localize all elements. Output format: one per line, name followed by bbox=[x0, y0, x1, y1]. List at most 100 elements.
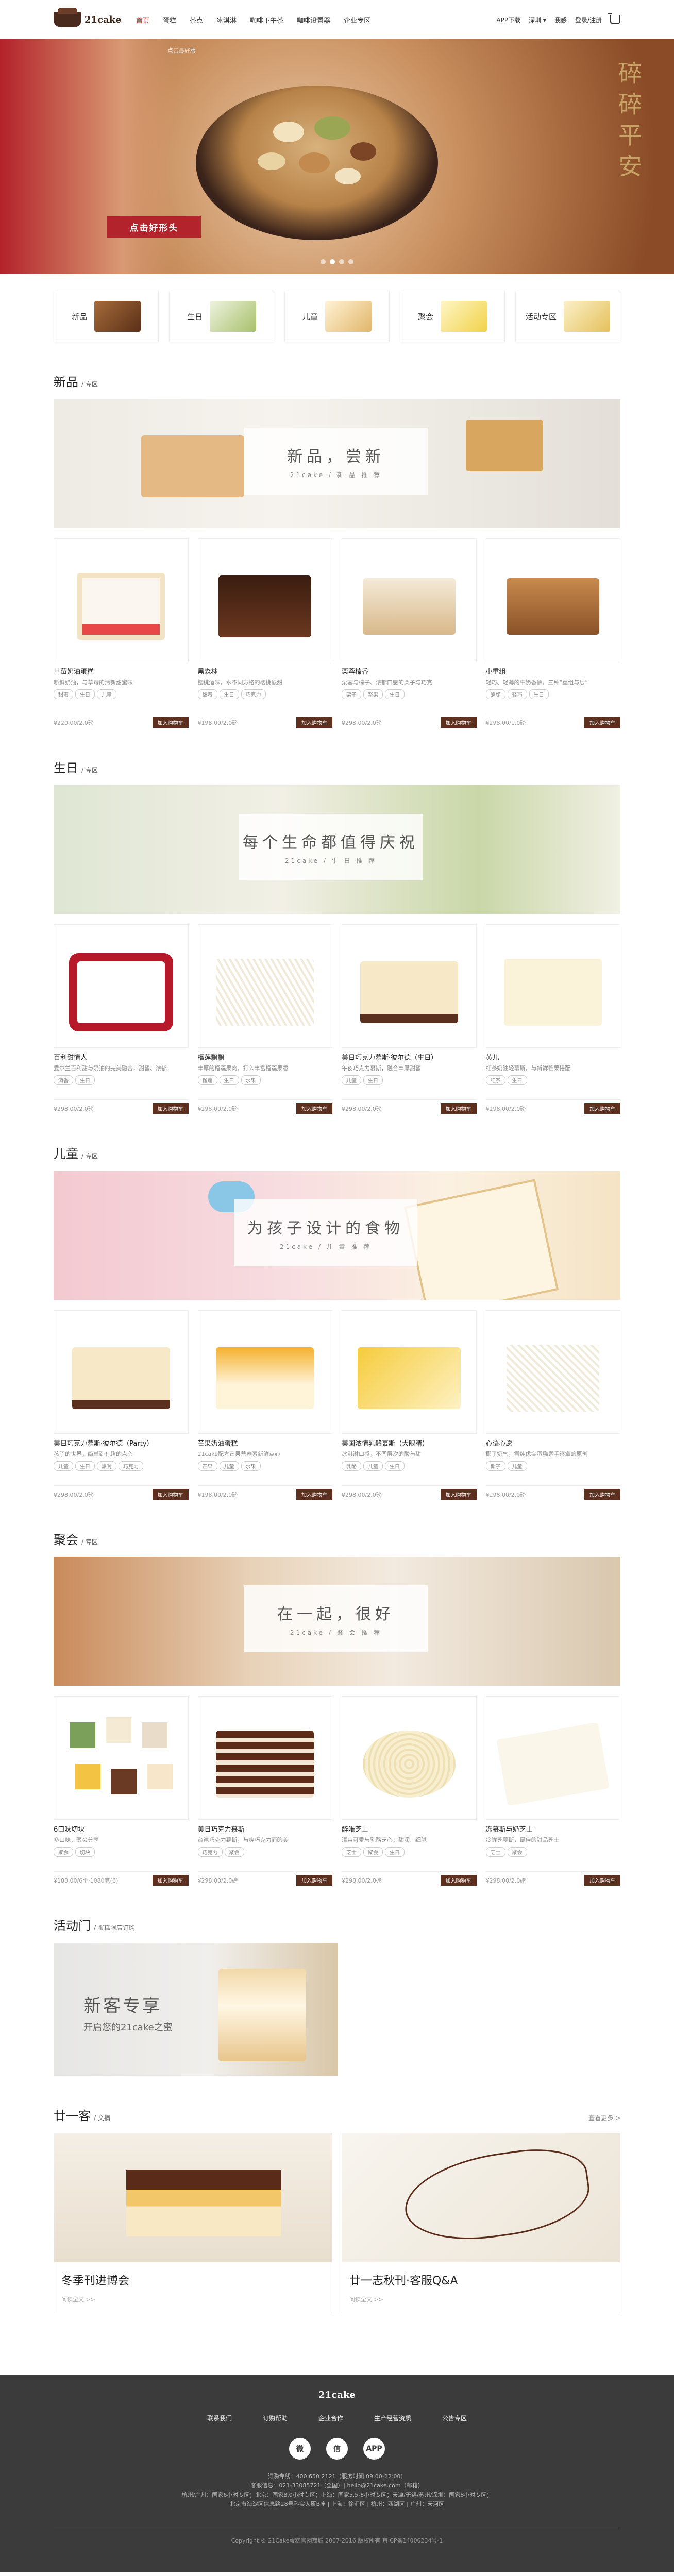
section-birthday-banner[interactable]: 每个生命都值得庆祝 21cake / 生 日 推 荐 bbox=[54, 785, 620, 914]
product-card[interactable]: 草莓奶油蛋糕 新鲜奶油，与草莓的清新甜蜜味 甜蜜 生日 儿童 ¥220.00/2.0… bbox=[54, 538, 189, 728]
add-to-cart-button[interactable]: 加入购物车 bbox=[440, 717, 477, 728]
product-card[interactable]: 百利甜情人 爱尔兰百利甜与奶油的完美融合，甜蜜、浓郁 酒香 生日 ¥298.00/… bbox=[54, 924, 189, 1114]
product-name[interactable]: 黑森林 bbox=[198, 666, 333, 676]
product-card[interactable]: 芒果奶油蛋糕 21cake配方芒果营养素新鲜点心 芒果 儿童 水果 ¥198.00/… bbox=[197, 1310, 333, 1500]
footer-link-enterprise[interactable]: 企业合作 bbox=[318, 2414, 343, 2422]
category-kids[interactable]: 儿童 bbox=[284, 291, 390, 342]
section-party-banner[interactable]: 在一起，很好 21cake / 聚 会 推 荐 bbox=[54, 1557, 620, 1686]
weibo-icon[interactable]: 微 bbox=[289, 2438, 311, 2460]
add-to-cart-button[interactable]: 加入购物车 bbox=[440, 1489, 477, 1500]
product-image[interactable] bbox=[197, 1310, 332, 1434]
article-title[interactable]: 冬季刊进博会 bbox=[61, 2272, 325, 2288]
product-image[interactable] bbox=[485, 538, 620, 662]
product-image[interactable] bbox=[342, 538, 477, 662]
product-card[interactable]: 美国浓情乳酪慕斯（大眼睛） 冰淇淋口感，不同层次的酸与甜 乳酪 儿童 生日 ¥298… bbox=[342, 1310, 477, 1500]
product-image[interactable] bbox=[485, 924, 620, 1048]
nav-coffee-tea[interactable]: 咖啡下午茶 bbox=[250, 15, 283, 25]
add-to-cart-button[interactable]: 加入购物车 bbox=[584, 1875, 620, 1886]
add-to-cart-button[interactable]: 加入购物车 bbox=[152, 1103, 189, 1114]
product-name[interactable]: 美国浓情乳酪慕斯（大眼睛） bbox=[342, 1438, 477, 1448]
category-activity[interactable]: 活动专区 bbox=[515, 291, 620, 342]
product-card[interactable]: 黑森林 樱桃酒味，水不同方格的樱桃酸甜 甜蜜 生日 巧克力 ¥198.00/2.0磅… bbox=[197, 538, 333, 728]
add-to-cart-button[interactable]: 加入购物车 bbox=[584, 1103, 620, 1114]
product-image[interactable] bbox=[197, 1696, 332, 1820]
site-logo[interactable]: 21cake bbox=[54, 8, 131, 27]
product-name[interactable]: 冻慕斯与奶芝士 bbox=[486, 1824, 621, 1834]
add-to-cart-button[interactable]: 加入购物车 bbox=[440, 1103, 477, 1114]
hero-banner[interactable]: 点击最好版 点击好形头 碎碎平安 bbox=[0, 39, 674, 274]
footer-logo[interactable]: 21cake bbox=[0, 2375, 674, 2400]
product-name[interactable]: 草莓奶油蛋糕 bbox=[54, 666, 189, 676]
product-card[interactable]: 醉唯芝士 清爽可爱与乳酪芝心，甜润、细腻 芝士 聚会 生日 ¥298.00/2.0磅… bbox=[342, 1696, 477, 1886]
product-image[interactable] bbox=[342, 1310, 477, 1434]
nav-tea[interactable]: 茶点 bbox=[190, 15, 203, 25]
product-image[interactable] bbox=[54, 1310, 189, 1434]
category-party[interactable]: 聚会 bbox=[400, 291, 505, 342]
product-image[interactable] bbox=[485, 1696, 620, 1820]
footer-link-help[interactable]: 订购帮助 bbox=[263, 2414, 288, 2422]
nav-icecream[interactable]: 冰淇淋 bbox=[216, 15, 237, 25]
product-card[interactable]: 6口味切块 多口味，聚会分享 聚会 切块 ¥180.00/6个·1080克(6) 加… bbox=[54, 1696, 189, 1886]
product-name[interactable]: 小重组 bbox=[486, 666, 621, 676]
product-name[interactable]: 美日巧克力慕斯·彼尔德（生日） bbox=[342, 1052, 477, 1062]
category-new[interactable]: 新品 bbox=[54, 291, 159, 342]
product-card[interactable]: 小重组 轻巧、轻薄的牛奶香酥，三种“重组与层” 酥脆 轻巧 生日 ¥298.00/1… bbox=[485, 538, 621, 728]
product-name[interactable]: 美日巧克力慕斯·彼尔德（Party） bbox=[54, 1438, 189, 1448]
add-to-cart-button[interactable]: 加入购物车 bbox=[296, 1103, 332, 1114]
add-to-cart-button[interactable]: 加入购物车 bbox=[296, 1875, 332, 1886]
article-card[interactable]: 冬季刊进博会 阅读全文 >> bbox=[54, 2133, 332, 2313]
product-image[interactable] bbox=[54, 924, 189, 1048]
section-new-banner[interactable]: 新品，尝新 21cake / 新 品 推 荐 bbox=[54, 399, 620, 528]
wechat-icon[interactable]: 信 bbox=[326, 2438, 348, 2460]
cart-icon[interactable] bbox=[608, 13, 620, 24]
footer-link-contact[interactable]: 联系我们 bbox=[207, 2414, 232, 2422]
login-link[interactable]: 登录/注册 bbox=[575, 15, 602, 24]
product-card[interactable]: 榴莲飘飘 丰厚的榴莲果肉，打入丰富榴莲果香 榴莲 生日 水果 ¥298.00/2.0… bbox=[197, 924, 333, 1114]
nav-coffee-setting[interactable]: 咖啡设置器 bbox=[297, 15, 330, 25]
product-image[interactable] bbox=[485, 1310, 620, 1434]
product-image[interactable] bbox=[197, 538, 332, 662]
product-image[interactable] bbox=[342, 924, 477, 1048]
add-to-cart-button[interactable]: 加入购物车 bbox=[584, 1489, 620, 1500]
product-name[interactable]: 黄儿 bbox=[486, 1052, 621, 1062]
product-image[interactable] bbox=[54, 1696, 189, 1820]
product-card[interactable]: 美日巧克力慕斯·彼尔德（Party） 孩子的世界，简单到有趣的点心 儿童 生日 派对… bbox=[54, 1310, 189, 1500]
user-link[interactable]: 我感 bbox=[554, 15, 567, 24]
product-card[interactable]: 美日巧克力慕斯·彼尔德（生日） 午夜巧克力慕斯，融合丰厚甜蜜 儿童 生日 ¥298… bbox=[342, 924, 477, 1114]
product-image[interactable] bbox=[342, 1696, 477, 1820]
add-to-cart-button[interactable]: 加入购物车 bbox=[152, 717, 189, 728]
add-to-cart-button[interactable]: 加入购物车 bbox=[440, 1875, 477, 1886]
banner-cta-button[interactable]: 点击好形头 bbox=[107, 216, 201, 238]
product-name[interactable]: 百利甜情人 bbox=[54, 1052, 189, 1062]
product-name[interactable]: 榴莲飘飘 bbox=[198, 1052, 333, 1062]
nav-home[interactable]: 首页 bbox=[136, 15, 149, 25]
carousel-dot[interactable] bbox=[339, 259, 344, 264]
activity-banner-new-customer[interactable]: 新客专享 开启您的21cake之蜜 bbox=[54, 1943, 338, 2076]
city-selector[interactable]: 深圳 ▾ bbox=[529, 15, 546, 24]
footer-link-license[interactable]: 生产经营资质 bbox=[374, 2414, 411, 2422]
app-download-link[interactable]: APP下载 bbox=[496, 15, 520, 24]
product-card[interactable]: 美日巧克力慕斯 台湾巧克力慕斯，与爽巧克力面的美 巧克力 聚会 ¥298.00/2… bbox=[197, 1696, 333, 1886]
add-to-cart-button[interactable]: 加入购物车 bbox=[152, 1875, 189, 1886]
read-more-link[interactable]: 阅读全文 >> bbox=[61, 2295, 325, 2303]
product-card[interactable]: 心语心愿 椰子奶气，雪纯优实蛋糕素手滚拿的原创 椰子 儿童 ¥298.00/2.0… bbox=[485, 1310, 620, 1500]
view-more-link[interactable]: 查看更多 > bbox=[588, 2113, 620, 2122]
footer-link-notice[interactable]: 公告专区 bbox=[442, 2414, 467, 2422]
nav-enterprise[interactable]: 企业专区 bbox=[344, 15, 370, 25]
read-more-link[interactable]: 阅读全文 >> bbox=[349, 2295, 613, 2303]
product-name[interactable]: 美日巧克力慕斯 bbox=[198, 1824, 333, 1834]
product-name[interactable]: 栗蓉榛香 bbox=[342, 666, 477, 676]
section-kids-banner[interactable]: 为孩子设计的食物 21cake / 儿 童 推 荐 bbox=[54, 1171, 620, 1300]
product-image[interactable] bbox=[54, 538, 189, 662]
carousel-dot[interactable] bbox=[321, 259, 326, 264]
add-to-cart-button[interactable]: 加入购物车 bbox=[296, 1489, 332, 1500]
article-card[interactable]: 廿一志秋刊·客服Q&A 阅读全文 >> bbox=[342, 2133, 620, 2313]
category-birthday[interactable]: 生日 bbox=[169, 291, 274, 342]
nav-cake[interactable]: 蛋糕 bbox=[163, 15, 176, 25]
product-card[interactable]: 冻慕斯与奶芝士 冷鲜芝慕斯，最佳的甜品芝士 芝士 聚会 ¥298.00/2.0磅 加… bbox=[485, 1696, 621, 1886]
product-image[interactable] bbox=[197, 924, 332, 1048]
article-title[interactable]: 廿一志秋刊·客服Q&A bbox=[349, 2272, 613, 2288]
product-card[interactable]: 黄儿 红茶奶油轻慕斯，与新鲜芒果搭配 红茶 生日 ¥298.00/2.0磅 加入购物… bbox=[485, 924, 621, 1114]
product-name[interactable]: 芒果奶油蛋糕 bbox=[198, 1438, 333, 1448]
carousel-dot[interactable] bbox=[348, 259, 353, 264]
